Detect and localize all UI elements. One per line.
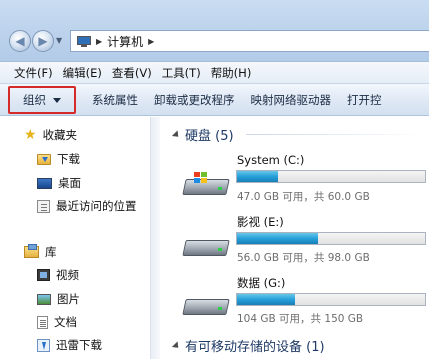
collapse-triangle-icon[interactable] xyxy=(171,129,182,140)
nav-libraries[interactable]: 库 xyxy=(24,244,57,260)
nav-libraries-label: 库 xyxy=(45,245,57,259)
drive-usage-bar xyxy=(236,170,426,183)
group-title: 有可移动存储的设备 (1) xyxy=(185,340,325,355)
drive-name[interactable]: System (C:) xyxy=(237,153,304,167)
library-icon xyxy=(24,244,39,258)
desktop-icon xyxy=(37,177,52,189)
dropdown-arrow-icon xyxy=(53,97,61,103)
pictures-library-icon xyxy=(37,293,51,305)
drive-name[interactable]: 数据 (G:) xyxy=(237,275,285,291)
star-icon: ★ xyxy=(24,127,37,143)
recent-places-icon xyxy=(37,199,50,213)
drive-space-info: 104 GB 可用，共 150 GB xyxy=(237,313,364,325)
navigation-pane-scrollbar[interactable] xyxy=(150,117,160,359)
drive-space-info: 56.0 GB 可用，共 98.0 GB xyxy=(237,252,370,264)
windows-logo-icon xyxy=(194,172,208,184)
system-drive-icon xyxy=(182,172,230,198)
nav-favorites[interactable]: ★ 收藏夹 xyxy=(24,127,77,143)
hard-drive-icon xyxy=(182,292,230,318)
group-header-removable[interactable]: 有可移动存储的设备 (1) xyxy=(171,336,325,355)
group-title: 硬盘 (5) xyxy=(185,129,234,144)
nav-item-label: 文档 xyxy=(54,315,77,329)
address-bar[interactable]: ▶ 计算机 ▶ xyxy=(70,30,429,52)
menu-help[interactable]: 帮助(H) xyxy=(211,65,252,81)
nav-item-recent-places[interactable]: 最近访问的位置 xyxy=(37,198,137,214)
menu-view[interactable]: 查看(V) xyxy=(112,65,152,81)
video-library-icon xyxy=(37,269,50,281)
nav-item-pictures[interactable]: 图片 xyxy=(37,291,80,307)
recent-pages-dropdown-icon[interactable]: ▼ xyxy=(56,36,62,45)
documents-library-icon xyxy=(37,315,48,329)
nav-item-label: 迅雷下载 xyxy=(56,338,102,352)
group-header-hard-disks[interactable]: 硬盘 (5) xyxy=(171,125,234,144)
drive-usage-bar xyxy=(236,293,426,306)
breadcrumb-computer[interactable]: 计算机 xyxy=(107,33,143,50)
nav-item-thunder-downloads[interactable]: 迅雷下载 xyxy=(37,337,102,353)
window-header: ◀ ▶ ▼ ▶ 计算机 ▶ xyxy=(0,0,429,62)
forward-button[interactable]: ▶ xyxy=(32,30,54,52)
command-group: 系统属性 卸载或更改程序 映射网络驱动器 打开控 xyxy=(84,84,390,116)
nav-item-desktop[interactable]: 桌面 xyxy=(37,175,81,191)
menu-edit[interactable]: 编辑(E) xyxy=(63,65,102,81)
organize-label: 组织 xyxy=(23,93,46,107)
nav-item-downloads[interactable]: 下载 xyxy=(37,151,80,167)
drive-usage-bar xyxy=(236,232,426,245)
drive-usage-fill xyxy=(237,233,318,244)
map-network-drive-button[interactable]: 映射网络驱动器 xyxy=(243,92,340,108)
drive-space-info: 47.0 GB 可用，共 60.0 GB xyxy=(237,191,370,203)
collapse-triangle-icon[interactable] xyxy=(171,340,182,351)
menu-bar: 文件(F) 编辑(E) 查看(V) 工具(T) 帮助(H) xyxy=(0,62,429,84)
thunder-download-icon xyxy=(37,338,50,352)
drive-name[interactable]: 影视 (E:) xyxy=(237,214,284,230)
menu-tools[interactable]: 工具(T) xyxy=(162,65,201,81)
nav-item-documents[interactable]: 文档 xyxy=(37,314,77,330)
uninstall-program-button[interactable]: 卸载或更改程序 xyxy=(146,92,243,108)
menu-file[interactable]: 文件(F) xyxy=(14,65,53,81)
nav-item-label: 视频 xyxy=(56,268,79,282)
download-folder-icon xyxy=(37,153,51,165)
nav-item-label: 下载 xyxy=(57,152,80,166)
nav-item-label: 桌面 xyxy=(58,176,81,190)
system-properties-button[interactable]: 系统属性 xyxy=(84,92,146,108)
open-control-panel-button[interactable]: 打开控 xyxy=(339,92,390,108)
group-divider xyxy=(246,134,426,135)
organize-button[interactable]: 组织 xyxy=(8,86,76,114)
breadcrumb-separator-icon[interactable]: ▶ xyxy=(96,37,102,46)
nav-item-label: 最近访问的位置 xyxy=(56,199,137,213)
forward-arrow-icon: ▶ xyxy=(38,34,48,48)
computer-icon xyxy=(77,35,91,47)
nav-item-videos[interactable]: 视频 xyxy=(37,267,79,283)
back-arrow-icon: ◀ xyxy=(15,34,25,48)
drive-usage-fill xyxy=(237,294,296,305)
nav-favorites-label: 收藏夹 xyxy=(42,128,78,142)
hard-drive-icon xyxy=(182,233,230,259)
drive-usage-fill xyxy=(237,171,279,182)
nav-item-label: 图片 xyxy=(57,292,80,306)
back-button[interactable]: ◀ xyxy=(9,30,31,52)
breadcrumb-chevron-icon[interactable]: ▶ xyxy=(148,37,154,46)
